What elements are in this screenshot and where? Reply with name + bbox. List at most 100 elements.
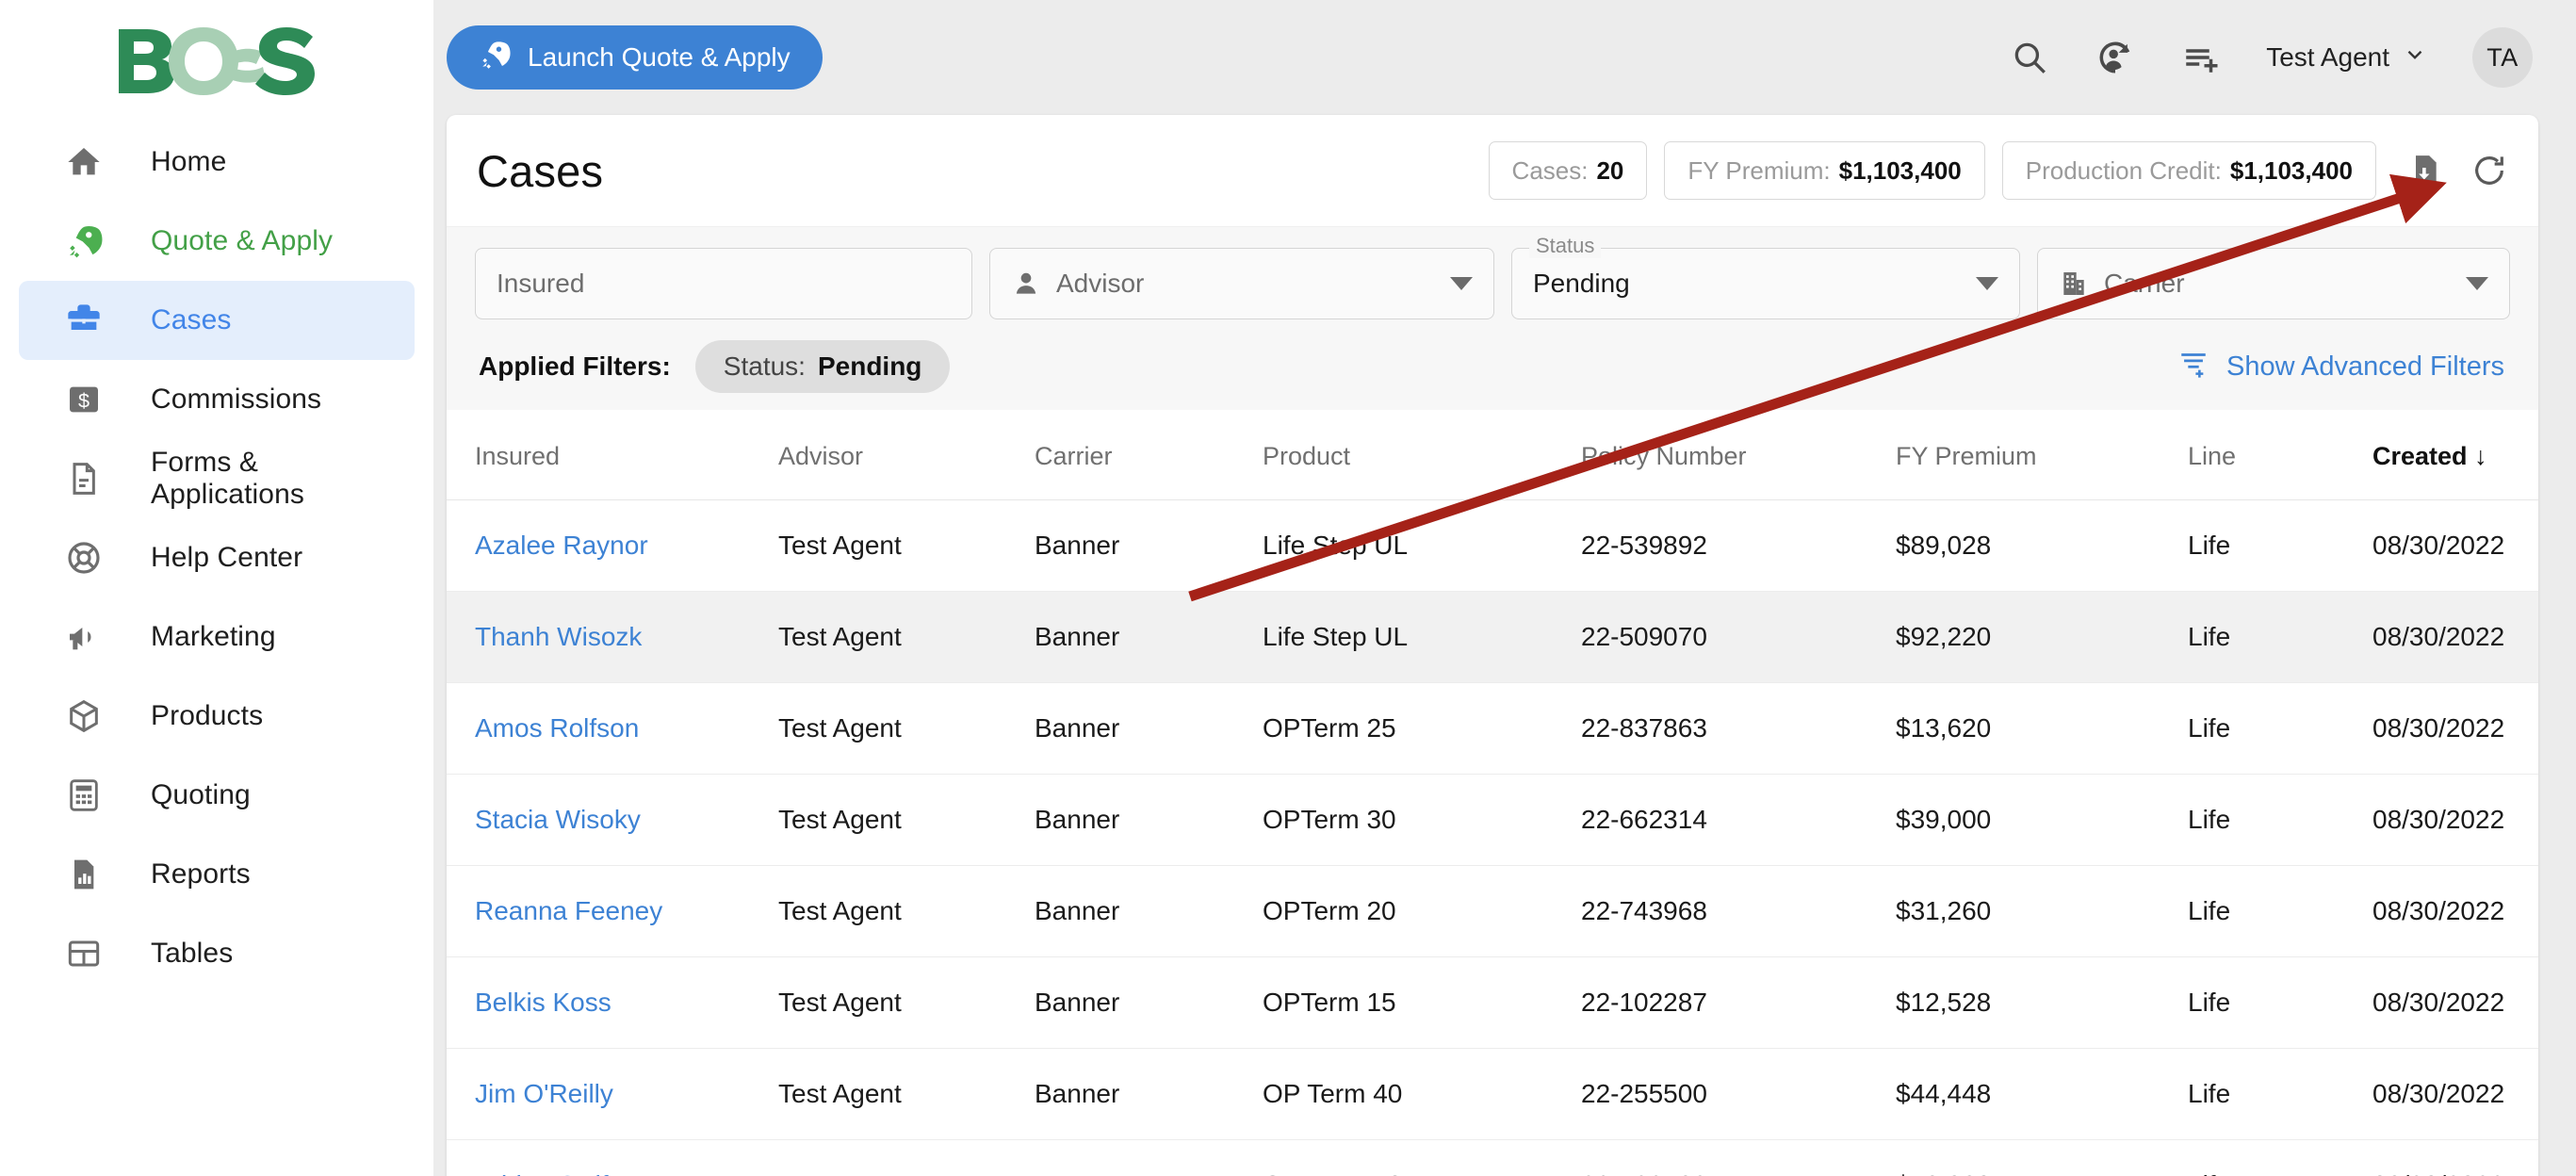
table-row[interactable]: Azalee Raynor Test Agent Banner Life Ste… <box>447 499 2538 592</box>
col-header-policy-number[interactable]: Policy Number <box>1581 410 1896 500</box>
cell-fy-premium: $44,448 <box>1896 1048 2188 1140</box>
insured-link[interactable]: Adrien Swift <box>475 1170 615 1176</box>
rocket-icon <box>479 39 511 77</box>
search-icon[interactable] <box>2010 38 2049 77</box>
main-region: Launch Quote & Apply Test Agent TA Cases… <box>433 0 2576 1176</box>
sidebar-item-help-center[interactable]: Help Center <box>19 518 415 597</box>
insured-link[interactable]: Jim O'Reilly <box>475 1079 613 1108</box>
show-advanced-filters-link[interactable]: Show Advanced Filters <box>2177 347 2510 386</box>
avatar[interactable]: TA <box>2472 27 2533 88</box>
cases-table-head: Insured Advisor Carrier Product Policy N… <box>447 410 2538 500</box>
rocket-icon <box>63 220 105 262</box>
insured-link[interactable]: Azalee Raynor <box>475 531 648 560</box>
insured-link[interactable]: Amos Rolfson <box>475 713 639 743</box>
sidebar-item-label: Home <box>151 146 227 177</box>
sidebar-item-forms-applications[interactable]: Forms & Applications <box>19 439 415 518</box>
megaphone-icon <box>63 616 105 658</box>
briefcase-icon <box>63 300 105 341</box>
sidebar-item-commissions[interactable]: $ Commissions <box>19 360 415 439</box>
sidebar-item-products[interactable]: Products <box>19 677 415 756</box>
col-header-created[interactable]: Created ↓ <box>2372 410 2538 500</box>
cell-fy-premium: $89,028 <box>1896 499 2188 592</box>
cell-advisor: Test Agent <box>778 865 1035 957</box>
cell-insured[interactable]: Jim O'Reilly <box>447 1048 778 1140</box>
cell-insured[interactable]: Stacia Wisoky <box>447 774 778 866</box>
document-icon <box>63 458 105 499</box>
svg-text:$: $ <box>78 388 90 412</box>
insured-link[interactable]: Reanna Feeney <box>475 896 662 925</box>
sidebar-item-label: Commissions <box>151 384 322 415</box>
cell-line: Life <box>2188 682 2372 775</box>
cell-insured[interactable]: Adrien Swift <box>447 1139 778 1176</box>
export-document-icon[interactable] <box>2406 152 2444 189</box>
page-title: Cases <box>477 145 604 196</box>
sidebar-item-reports[interactable]: Reports <box>19 835 415 914</box>
cell-insured[interactable]: Reanna Feeney <box>447 865 778 957</box>
insured-link[interactable]: Thanh Wisozk <box>475 622 642 651</box>
sidebar-item-label: Reports <box>151 858 251 890</box>
insured-link[interactable]: Belkis Koss <box>475 988 611 1017</box>
applied-filters-row: Applied Filters: Status: Pending Show Ad… <box>475 340 2510 393</box>
table-row[interactable]: Reanna Feeney Test Agent Banner OPTerm 2… <box>447 865 2538 957</box>
agent-menu[interactable]: Test Agent <box>2266 42 2427 74</box>
stat-value: 20 <box>1596 155 1624 185</box>
col-header-line[interactable]: Line <box>2188 410 2372 500</box>
table-grid-icon <box>63 933 105 974</box>
cell-line: Life <box>2188 956 2372 1049</box>
insured-link[interactable]: Stacia Wisoky <box>475 805 641 834</box>
col-header-fy-premium[interactable]: FY Premium <box>1896 410 2188 500</box>
refresh-icon[interactable] <box>2470 152 2508 189</box>
cases-table-wrapper: Insured Advisor Carrier Product Policy N… <box>447 410 2538 1176</box>
col-header-created-label: Created <box>2372 442 2468 470</box>
playlist-add-icon[interactable] <box>2181 38 2221 77</box>
app-root: Home Quote & Apply Cases $ Commissions F… <box>0 0 2576 1176</box>
avatar-initials: TA <box>2486 42 2519 72</box>
cell-insured[interactable]: Thanh Wisozk <box>447 591 778 683</box>
insured-placeholder: Insured <box>497 269 585 298</box>
launch-button-label: Launch Quote & Apply <box>528 42 791 72</box>
sidebar-item-label: Quote & Apply <box>151 225 334 256</box>
col-header-insured[interactable]: Insured <box>447 410 778 500</box>
sidebar-item-tables[interactable]: Tables <box>19 914 415 993</box>
cases-table-body: Azalee Raynor Test Agent Banner Life Ste… <box>447 499 2538 1176</box>
launch-quote-apply-button[interactable]: Launch Quote & Apply <box>447 25 823 90</box>
table-row[interactable]: Adrien Swift Test Agent Banner OP Term 4… <box>447 1139 2538 1176</box>
cell-insured[interactable]: Amos Rolfson <box>447 682 778 775</box>
cell-product: OPTerm 20 <box>1263 865 1581 957</box>
cell-policy-number: 22-509070 <box>1581 591 1896 683</box>
cell-advisor: Test Agent <box>778 682 1035 775</box>
insured-input[interactable]: Insured <box>475 248 972 319</box>
filter-bar: Insured Advisor Status Pending Carrier A… <box>447 226 2538 410</box>
person-icon <box>1011 269 1041 299</box>
sidebar-item-cases[interactable]: Cases <box>19 281 415 360</box>
cell-fy-premium: $31,260 <box>1896 865 2188 957</box>
status-select[interactable]: Status Pending <box>1511 234 2020 319</box>
applied-filter-chip-status[interactable]: Status: Pending <box>694 340 951 393</box>
sidebar-item-home[interactable]: Home <box>19 122 415 202</box>
cell-insured[interactable]: Azalee Raynor <box>447 499 778 592</box>
table-row[interactable]: Thanh Wisozk Test Agent Banner Life Step… <box>447 591 2538 683</box>
table-row[interactable]: Amos Rolfson Test Agent Banner OPTerm 25… <box>447 682 2538 775</box>
advisor-select[interactable]: Advisor <box>989 248 1494 319</box>
account-sync-icon[interactable] <box>2095 37 2136 78</box>
sidebar-item-quoting[interactable]: Quoting <box>19 756 415 835</box>
col-header-product[interactable]: Product <box>1263 410 1581 500</box>
cell-policy-number: 22-122463 <box>1581 1139 1896 1176</box>
cube-icon <box>63 695 105 737</box>
table-row[interactable]: Stacia Wisoky Test Agent Banner OPTerm 3… <box>447 774 2538 866</box>
sidebar-item-marketing[interactable]: Marketing <box>19 597 415 677</box>
cell-line: Life <box>2188 591 2372 683</box>
sidebar-item-quote-apply[interactable]: Quote & Apply <box>19 202 415 281</box>
stat-label: Production Credit: <box>2025 155 2222 185</box>
table-row[interactable]: Belkis Koss Test Agent Banner OPTerm 15 … <box>447 956 2538 1049</box>
card-header-actions <box>2406 152 2508 189</box>
sidebar: Home Quote & Apply Cases $ Commissions F… <box>0 0 433 1176</box>
cell-carrier: Banner <box>1035 1048 1263 1140</box>
carrier-select[interactable]: Carrier <box>2037 248 2510 319</box>
col-header-advisor[interactable]: Advisor <box>778 410 1035 500</box>
cell-advisor: Test Agent <box>778 1139 1035 1176</box>
table-row[interactable]: Jim O'Reilly Test Agent Banner OP Term 4… <box>447 1048 2538 1140</box>
cell-insured[interactable]: Belkis Koss <box>447 956 778 1049</box>
brand-logo[interactable] <box>0 0 433 122</box>
col-header-carrier[interactable]: Carrier <box>1035 410 1263 500</box>
